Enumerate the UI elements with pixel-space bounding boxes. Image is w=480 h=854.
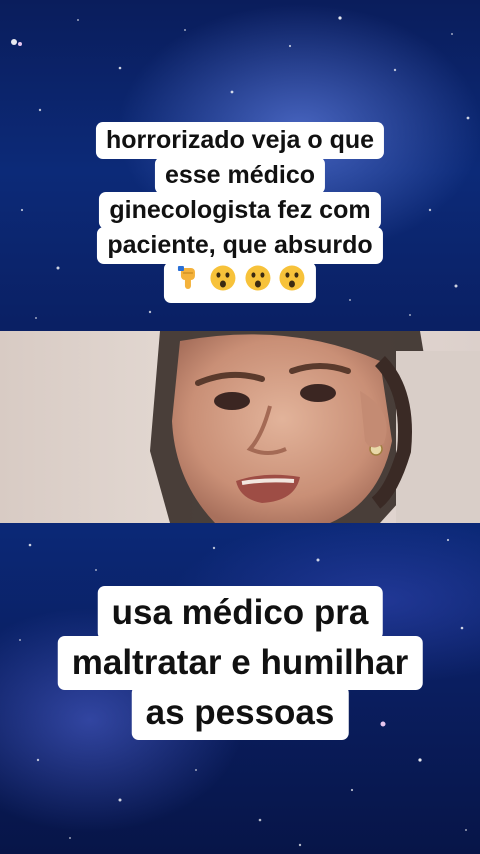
woman-face-image [0,331,480,523]
top-caption: horrorizado veja o que esse médico ginec… [95,122,385,303]
top-caption-line: horrorizado veja o que [95,122,385,159]
top-caption-line: ginecologista fez com [99,192,381,229]
astonished-face-emoji-icon [244,265,270,291]
astonished-face-emoji-icon [210,265,236,291]
bottom-caption-line: usa médico pra [97,586,383,640]
bottom-caption-line: as pessoas [131,686,349,740]
astonished-face-emoji-icon [279,265,305,291]
pointing-down-emoji-icon [177,266,195,289]
bottom-caption: usa médico pra maltratar e humilhar as p… [57,586,423,740]
bottom-caption-line: maltratar e humilhar [57,636,423,690]
top-caption-line: paciente, que absurdo [97,227,383,264]
video-frame-photo [0,331,480,523]
emoji-row [163,262,317,303]
top-caption-line: esse médico [154,157,326,194]
